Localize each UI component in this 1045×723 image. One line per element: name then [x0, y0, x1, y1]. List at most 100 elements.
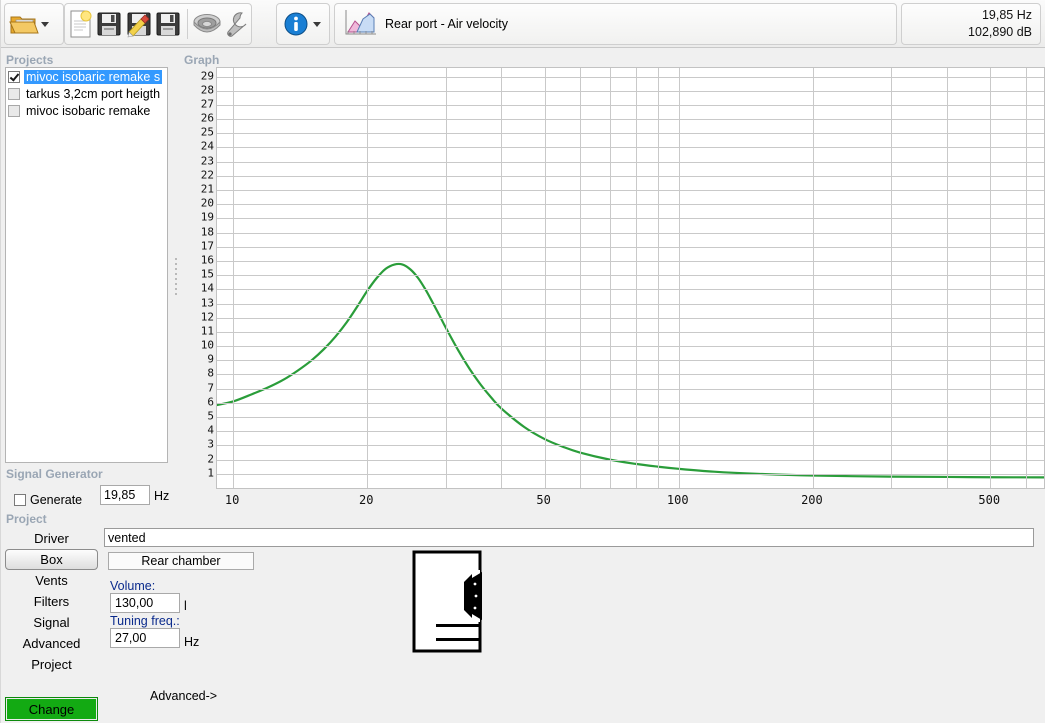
y-axis-tick-label: 17 [200, 239, 214, 253]
floppy-edit-icon[interactable] [124, 5, 153, 43]
project-name-input[interactable]: vented [104, 528, 1034, 547]
gridline-horizontal [217, 303, 1044, 305]
x-axis: 10 20 50 100 200 500 [216, 489, 1045, 519]
y-axis-tick-label: 14 [200, 281, 214, 295]
gridline-horizontal [217, 90, 1044, 92]
x-axis-tick-label: 100 [666, 493, 689, 507]
gridline-horizontal [217, 417, 1044, 419]
chart-icon [343, 8, 377, 41]
nav-item-vents[interactable]: Vents [5, 570, 98, 591]
advanced-link[interactable]: Advanced-> [150, 689, 217, 703]
plot-area[interactable] [216, 67, 1045, 489]
change-button[interactable]: Change [5, 697, 98, 721]
y-axis-tick-label: 23 [200, 154, 214, 168]
graph-caption: Graph [184, 53, 220, 67]
gridline-horizontal [217, 76, 1044, 78]
x-axis-tick-label: 200 [801, 493, 823, 507]
gridline-horizontal [217, 147, 1044, 149]
volume-input[interactable]: 130,00 [110, 593, 180, 613]
gridline-horizontal [217, 133, 1044, 135]
signal-frequency-unit: Hz [154, 489, 170, 503]
list-item[interactable]: mivoc isobaric remake [6, 102, 167, 119]
nav-item-advanced[interactable]: Advanced [5, 633, 98, 654]
gridline-horizontal [217, 246, 1044, 248]
x-axis-tick-label: 500 [978, 493, 1001, 507]
signal-frequency-input[interactable]: 19,85 [100, 485, 150, 505]
y-axis-tick-label: 15 [200, 267, 214, 281]
gridline-horizontal [217, 275, 1044, 277]
y-axis-tick-label: 12 [200, 310, 214, 324]
y-axis-tick-label: 24 [200, 139, 214, 153]
gridline-horizontal [217, 473, 1044, 475]
graph-panel: 1 2 3 4 5 6 7 8 9 10 11 12 13 14 15 16 17 18 19 20 21 22 23 24 2… [182, 67, 1045, 519]
volume-label: Volume: [110, 579, 156, 593]
gridline-horizontal [217, 104, 1044, 106]
signal-generator-caption: Signal Generator [6, 467, 103, 481]
generate-label: Generate [30, 493, 83, 507]
rear-chamber-button[interactable]: Rear chamber [108, 552, 254, 570]
new-document-icon[interactable] [65, 5, 94, 43]
projects-list[interactable]: mivoc isobaric remake s tarkus 3,2cm por… [5, 67, 168, 463]
nav-item-driver[interactable]: Driver [5, 528, 98, 549]
nav-item-signal[interactable]: Signal [5, 612, 98, 633]
folder-open-icon[interactable] [5, 5, 43, 43]
gridline-horizontal [217, 445, 1044, 447]
y-axis-tick-label: 20 [200, 196, 214, 210]
project-checkbox[interactable] [8, 87, 20, 100]
y-axis-tick-label: 19 [200, 210, 214, 224]
nav-item-filters[interactable]: Filters [5, 591, 98, 612]
file-toolbar-group [64, 3, 252, 45]
gridline-vertical [367, 68, 369, 488]
gridline-vertical [501, 68, 503, 488]
gridline-horizontal [217, 218, 1044, 220]
nav-item-project[interactable]: Project [5, 654, 98, 675]
nav-item-box[interactable]: Box [5, 549, 98, 570]
generate-checkbox[interactable] [14, 494, 26, 506]
project-label: tarkus 3,2cm port heigth [26, 86, 161, 101]
gridline-vertical [579, 68, 581, 488]
vented-box-diagram [412, 550, 482, 653]
gridline-vertical [609, 68, 611, 488]
gridline-vertical [544, 68, 546, 488]
gridline-horizontal [217, 204, 1044, 206]
tuning-frequency-label: Tuning freq.: [110, 614, 180, 629]
floppy-copy-icon[interactable] [153, 5, 182, 43]
tuning-frequency-input[interactable]: 27,00 [110, 628, 180, 648]
volume-unit: l [184, 599, 187, 613]
y-axis-tick-label: 10 [200, 338, 214, 352]
project-checkbox[interactable] [8, 104, 20, 117]
y-axis-tick-label: 29 [200, 69, 214, 82]
gridline-vertical [1025, 68, 1027, 488]
gridline-horizontal [217, 402, 1044, 404]
gridline-vertical [891, 68, 893, 488]
gridline-vertical [678, 68, 680, 488]
gridline-horizontal [217, 346, 1044, 348]
project-checkbox[interactable] [8, 70, 20, 83]
speaker-icon[interactable] [192, 5, 222, 43]
panel-splitter-handle[interactable] [173, 255, 179, 315]
projects-caption: Projects [6, 53, 54, 67]
project-label: mivoc isobaric remake s [24, 69, 163, 84]
gridline-vertical [635, 68, 637, 488]
gridline-horizontal [217, 317, 1044, 319]
open-toolbar-group [4, 3, 64, 45]
graph-selector-label: Rear port - Air velocity [385, 17, 508, 31]
list-item[interactable]: tarkus 3,2cm port heigth [6, 85, 167, 102]
y-axis-tick-label: 25 [200, 125, 214, 139]
gridline-vertical [658, 68, 660, 488]
floppy-save-icon[interactable] [94, 5, 123, 43]
y-axis-tick-label: 13 [200, 296, 214, 310]
info-toolbar-group [276, 3, 330, 45]
wrench-icon[interactable] [222, 5, 251, 43]
gridline-horizontal [217, 289, 1044, 291]
gridline-horizontal [217, 260, 1044, 262]
gridline-horizontal [217, 360, 1044, 362]
y-axis-tick-label: 1 [207, 466, 214, 480]
graph-selector[interactable]: Rear port - Air velocity [334, 3, 897, 45]
info-icon[interactable] [277, 5, 315, 43]
gridline-vertical [812, 68, 814, 488]
gridline-horizontal [217, 175, 1044, 177]
air-velocity-curve [217, 262, 1044, 479]
list-item[interactable]: mivoc isobaric remake s [6, 68, 167, 85]
project-label: mivoc isobaric remake [26, 103, 151, 118]
